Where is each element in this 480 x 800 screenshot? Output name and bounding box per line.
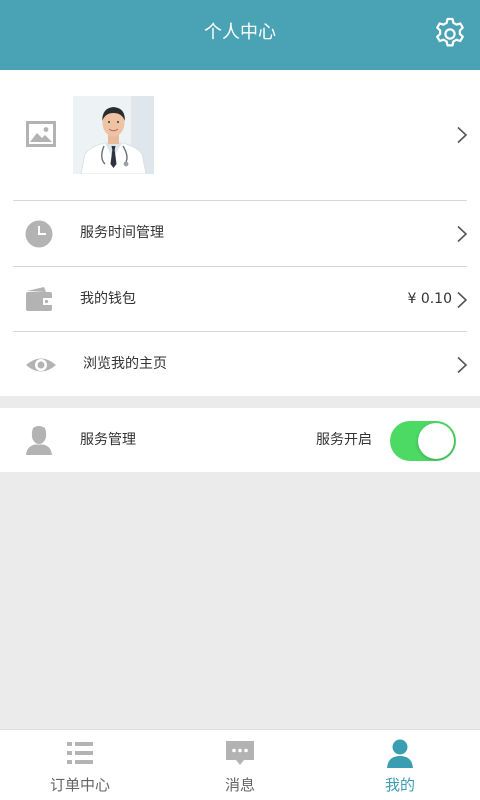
person-icon: [387, 739, 413, 768]
tab-label: 消息: [224, 776, 255, 794]
tab-label: 我的: [384, 776, 415, 794]
chevron-right-icon: [457, 291, 468, 309]
menu-item-browse-homepage[interactable]: 浏览我的主页: [0, 332, 480, 397]
gear-icon[interactable]: [432, 16, 468, 52]
chevron-right-icon: [457, 225, 468, 243]
service-management-label: 服务管理: [80, 432, 136, 448]
menu-item-wallet[interactable]: 我的钱包 ¥ 0.10: [0, 267, 480, 332]
service-status-label: 服务开启: [316, 432, 372, 448]
clock-icon: [25, 220, 53, 248]
eye-icon: [26, 358, 56, 372]
user-icon: [26, 426, 52, 455]
header-bar: 个人中心: [0, 0, 480, 70]
service-management-row: 服务管理 服务开启: [0, 408, 480, 472]
toggle-knob: [418, 423, 454, 459]
tab-messages[interactable]: 消息: [160, 730, 320, 800]
menu-item-service-time[interactable]: 服务时间管理: [0, 201, 480, 266]
wallet-balance: ¥ 0.10: [407, 291, 452, 307]
menu-item-label: 浏览我的主页: [83, 356, 167, 372]
profile-card: 服务时间管理 我的钱包 ¥ 0.10 浏览我的主页: [0, 70, 480, 396]
chat-bubble-icon: [226, 741, 254, 765]
image-placeholder-icon: [26, 121, 56, 147]
tab-label: 订单中心: [49, 776, 110, 794]
tab-mine[interactable]: 我的: [320, 730, 480, 800]
avatar-row[interactable]: [0, 70, 480, 200]
list-icon: [67, 742, 93, 764]
chevron-right-icon: [457, 356, 468, 374]
service-toggle[interactable]: [390, 421, 456, 461]
page-title: 个人中心: [204, 22, 276, 43]
menu-item-label: 服务时间管理: [80, 225, 164, 241]
avatar[interactable]: [73, 96, 154, 174]
tab-orders[interactable]: 订单中心: [0, 730, 160, 800]
menu-item-label: 我的钱包: [80, 291, 136, 307]
bottom-tab-bar: 订单中心 消息 我的: [0, 729, 480, 800]
chevron-right-icon: [457, 126, 468, 144]
wallet-icon: [26, 287, 52, 311]
